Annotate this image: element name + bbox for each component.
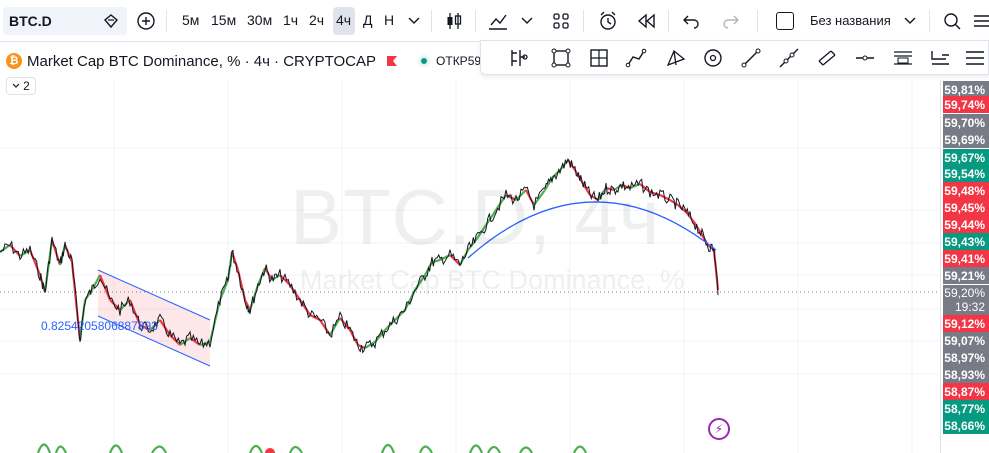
lightning-icon[interactable]: ⚡ [708, 418, 730, 440]
menu-lines-icon[interactable] [970, 9, 989, 33]
alert-clock-icon[interactable] [596, 9, 620, 33]
price-level-tag: 58,97% [943, 349, 989, 366]
price-level-tag: 59,21% [943, 267, 989, 284]
channel-icon[interactable] [815, 46, 839, 70]
redo-icon[interactable] [719, 9, 743, 33]
market-status-icon [418, 55, 431, 67]
chevron-down-icon[interactable] [898, 9, 922, 33]
bitcoin-logo-icon: ₿ [6, 53, 22, 69]
price-level-tag: 58,77% [943, 400, 989, 417]
timeframe-30m[interactable]: 30м [247, 12, 272, 28]
chart-window: BTC.D 5м 15м 30м 1ч 2ч 4ч Д Н Без назван… [0, 0, 989, 453]
add-symbol-icon[interactable] [134, 9, 158, 33]
price-level-tag: 59,45% [943, 199, 989, 216]
trend-segment [384, 319, 396, 331]
watermark: BTC.D, 4ч [290, 173, 661, 261]
price-level-tag: 59,44% [943, 216, 989, 233]
ray-icon[interactable] [777, 46, 801, 70]
channel-fill[interactable] [98, 270, 210, 366]
menu-lines-icon[interactable] [963, 46, 987, 70]
undo-icon[interactable] [679, 9, 703, 33]
current-price-tag: 59,20% 19:32 [943, 285, 989, 315]
divider [431, 10, 432, 32]
long-position-icon[interactable] [507, 46, 531, 70]
price-level-tag: 59,67% [943, 149, 989, 166]
timeframe-day[interactable]: Д [363, 12, 372, 28]
drawing-toolbar [480, 40, 989, 75]
open-value: ОТКР59 [436, 54, 482, 68]
price-label-icon[interactable] [928, 46, 952, 70]
price-level-tag: 59,69% [943, 131, 989, 148]
trend-segment [299, 299, 311, 316]
trend-segment [329, 317, 341, 336]
compare-symbol-icon[interactable] [103, 13, 119, 29]
horizontal-line-icon[interactable] [853, 46, 877, 70]
triangle-pattern-icon[interactable] [664, 46, 688, 70]
price-level-tag: 59,74% [943, 96, 989, 113]
flag-icon[interactable] [386, 55, 398, 67]
timeframe-4h[interactable]: 4ч [336, 12, 351, 28]
price-level-tag: 59,43% [943, 233, 989, 250]
chevron-down-icon[interactable] [402, 9, 426, 33]
price-level-tag: 59,70% [943, 114, 989, 131]
price-level-tag: 59,07% [943, 332, 989, 349]
timeframe-2h[interactable]: 2ч [309, 12, 324, 28]
watermark-subtitle: Market Cap BTC Dominance, % [300, 265, 685, 295]
timeframe-5m[interactable]: 5м [182, 12, 199, 28]
series-title[interactable]: Market Cap BTC Dominance, % · 4ч · CRYPT… [27, 53, 376, 70]
fib-level-label[interactable]: 0.8254205806887893 [41, 319, 158, 333]
symbol-search[interactable]: BTC.D [3, 7, 127, 35]
series-legend[interactable]: ₿ Market Cap BTC Dominance, % · 4ч · CRY… [6, 50, 481, 72]
replay-icon[interactable] [634, 9, 658, 33]
oscillator-line[interactable] [36, 443, 587, 453]
price-level-tag: 58,66% [943, 417, 989, 434]
layout-checkbox[interactable] [776, 12, 794, 30]
divider [668, 10, 669, 32]
symbol-name: BTC.D [9, 13, 52, 29]
circle-target-icon[interactable] [701, 46, 725, 70]
layout-name[interactable]: Без названия [810, 13, 891, 28]
price-level-tag: 59,41% [943, 250, 989, 267]
timeframe-week[interactable]: Н [384, 12, 394, 28]
collapsed-count: 2 [23, 79, 30, 93]
indicators-icon[interactable] [486, 9, 510, 33]
price-level-tag: 58,87% [943, 383, 989, 400]
current-price: 59,20% [944, 286, 985, 300]
bar-countdown: 19:32 [954, 300, 985, 314]
divider [475, 10, 476, 32]
divider [583, 10, 584, 32]
path-icon[interactable] [624, 46, 648, 70]
price-level-tag: 59,12% [943, 315, 989, 332]
oscillator-dot[interactable] [265, 448, 275, 453]
rectangle-icon[interactable] [549, 46, 573, 70]
divider [929, 10, 930, 32]
divider [166, 10, 167, 32]
top-toolbar: BTC.D 5м 15м 30м 1ч 2ч 4ч Д Н Без назван… [0, 0, 989, 42]
price-level-tag: 59,54% [943, 165, 989, 182]
price-level-tag: 58,93% [943, 366, 989, 383]
collapse-indicators-button[interactable]: 2 [6, 77, 36, 95]
search-icon[interactable] [940, 9, 964, 33]
chevron-down-icon[interactable] [515, 9, 539, 33]
chevron-down-icon [12, 83, 20, 88]
text-note-icon[interactable] [891, 46, 915, 70]
timeframe-1h[interactable]: 1ч [283, 12, 298, 28]
candles-icon[interactable] [442, 9, 466, 33]
crosshair-box-icon[interactable] [587, 46, 611, 70]
templates-grid-icon[interactable] [549, 9, 573, 33]
trend-line-icon[interactable] [739, 46, 763, 70]
price-level-tag: 59,48% [943, 182, 989, 199]
timeframe-15m[interactable]: 15м [211, 12, 236, 28]
divider [757, 10, 758, 32]
